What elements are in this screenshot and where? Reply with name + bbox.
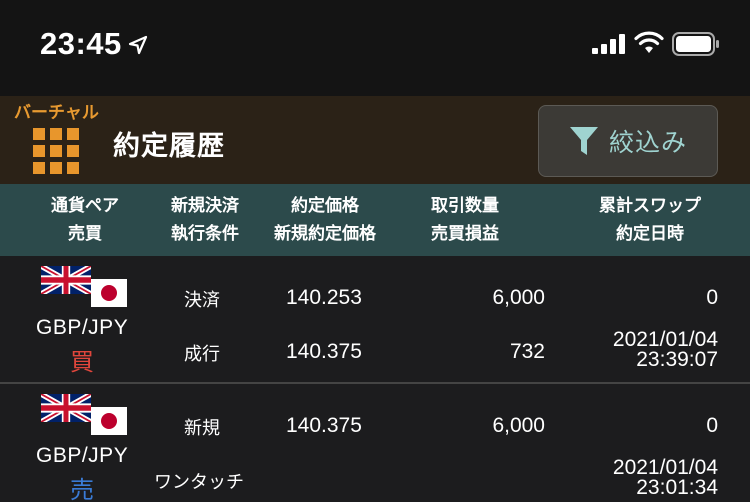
execution-time: 23:39:07 — [636, 348, 718, 371]
column-label: 通貨ペア — [51, 196, 119, 216]
status-bar: 23:45 — [0, 0, 750, 96]
japan-flag-icon — [91, 407, 127, 435]
column-label: 約定日時 — [616, 224, 684, 244]
filter-button[interactable]: 絞込み — [538, 105, 718, 177]
cumulative-swap: 0 — [706, 286, 718, 309]
execution-datetime: 2021/01/04 23:01:34 — [612, 456, 718, 499]
execution-date: 2021/01/04 — [612, 328, 718, 351]
cumulative-swap: 0 — [706, 414, 718, 437]
status-time: 23:45 — [40, 26, 122, 61]
execution-time: 23:01:34 — [636, 476, 718, 499]
order-type: 新規 — [184, 418, 220, 439]
grid-menu-icon[interactable] — [33, 128, 79, 174]
currency-pair: GBP/JPY — [36, 316, 129, 339]
column-header: 通貨ペア 売買 新規決済 執行条件 約定価格 新規約定価格 取引数量 売買損益 … — [0, 184, 750, 256]
virtual-mode-label: バーチャル — [14, 103, 99, 123]
wifi-icon — [634, 31, 664, 53]
execution-condition: 成行 — [184, 344, 220, 365]
execution-price: 140.375 — [286, 414, 362, 437]
column-label: 売買 — [68, 224, 102, 244]
column-label: 売買損益 — [431, 224, 499, 244]
app-header: バーチャル 約定履歴 絞込み — [0, 96, 750, 184]
trade-side: 売 — [70, 476, 94, 502]
trade-quantity: 6,000 — [492, 286, 545, 309]
location-arrow-icon — [128, 35, 148, 55]
execution-price: 140.253 — [286, 286, 362, 309]
column-label: 新規決済 — [171, 196, 239, 216]
trade-side: 買 — [70, 348, 94, 376]
page-title: 約定履歴 — [113, 131, 225, 162]
table-row[interactable]: GBP/JPY 売 新規 ワンタッチ 140.375 6,000 0 2021/… — [0, 384, 750, 502]
column-type-exec: 新規決済 執行条件 — [140, 192, 270, 248]
execution-datetime: 2021/01/04 23:39:07 — [612, 328, 718, 371]
column-label: 約定価格 — [291, 196, 359, 216]
trade-profit-loss: 732 — [509, 340, 545, 363]
currency-pair: GBP/JPY — [36, 444, 129, 467]
battery-icon — [672, 32, 719, 56]
order-type: 決済 — [184, 290, 220, 311]
execution-condition: ワンタッチ — [154, 472, 244, 493]
signal-icon — [592, 34, 625, 54]
column-swap-date: 累計スワップ 約定日時 — [560, 192, 740, 248]
open-execution-price: 140.375 — [286, 340, 362, 363]
uk-flag-icon — [41, 266, 91, 294]
column-label: 取引数量 — [431, 196, 499, 216]
column-price: 約定価格 新規約定価格 — [260, 192, 390, 248]
trade-quantity: 6,000 — [492, 414, 545, 437]
uk-flag-icon — [41, 394, 91, 422]
column-quantity-pl: 取引数量 売買損益 — [400, 192, 530, 248]
column-label: 累計スワップ — [599, 196, 701, 216]
filter-label: 絞込み — [608, 128, 687, 157]
execution-date: 2021/01/04 — [612, 456, 718, 479]
japan-flag-icon — [91, 279, 127, 307]
column-label: 執行条件 — [171, 224, 239, 244]
funnel-icon — [569, 127, 598, 155]
table-row[interactable]: GBP/JPY 買 決済 成行 140.253 140.375 6,000 73… — [0, 256, 750, 382]
column-pair-side: 通貨ペア 売買 — [20, 192, 150, 248]
column-label: 新規約定価格 — [274, 224, 376, 244]
